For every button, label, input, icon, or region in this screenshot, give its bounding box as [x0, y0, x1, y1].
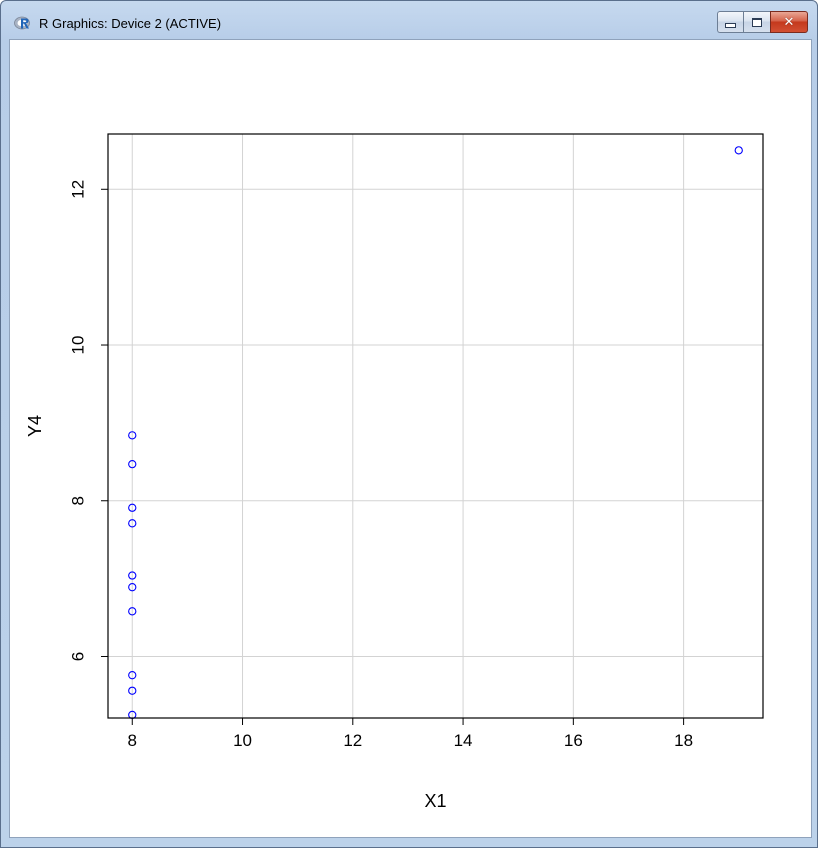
scatter-plot: 8 10 12 14 16 18 6 8 10 12 X1 Y4: [25, 133, 764, 811]
y-axis-label: Y4: [25, 415, 45, 437]
x-tick-label: 14: [454, 731, 473, 750]
y-tick-label: 12: [68, 180, 87, 199]
r-graphics-window: R Graphics: Device 2 (ACTIVE) ✕ 8 10 12 14 1…: [0, 0, 818, 848]
data-points: [128, 146, 743, 720]
title-bar[interactable]: R Graphics: Device 2 (ACTIVE) ✕: [1, 1, 817, 39]
data-point: [734, 146, 743, 155]
x-tick-label: 10: [233, 731, 252, 750]
close-icon: ✕: [783, 14, 795, 30]
caption-buttons: ✕: [717, 11, 808, 33]
grid-lines: [108, 134, 763, 718]
close-button[interactable]: ✕: [770, 11, 808, 33]
r-logo-icon: [14, 16, 30, 30]
minimize-button[interactable]: [717, 11, 743, 33]
x-tick-label: 12: [343, 731, 362, 750]
x-tick-label: 18: [674, 731, 693, 750]
maximize-icon: [752, 17, 762, 27]
x-tick-label: 16: [564, 731, 583, 750]
plot-box: [107, 133, 764, 719]
minimize-icon: [725, 23, 736, 28]
y-axis: 6 8 10 12: [68, 180, 108, 661]
x-tick-label: 8: [128, 731, 137, 750]
y-tick-label: 8: [68, 496, 87, 505]
maximize-button[interactable]: [743, 11, 770, 33]
graphics-canvas: 8 10 12 14 16 18 6 8 10 12 X1 Y4: [9, 39, 812, 838]
x-axis-label: X1: [424, 791, 446, 811]
y-tick-label: 10: [68, 336, 87, 355]
y-tick-label: 6: [68, 652, 87, 661]
window-title: R Graphics: Device 2 (ACTIVE): [39, 16, 222, 31]
x-axis: 8 10 12 14 16 18: [128, 718, 693, 750]
